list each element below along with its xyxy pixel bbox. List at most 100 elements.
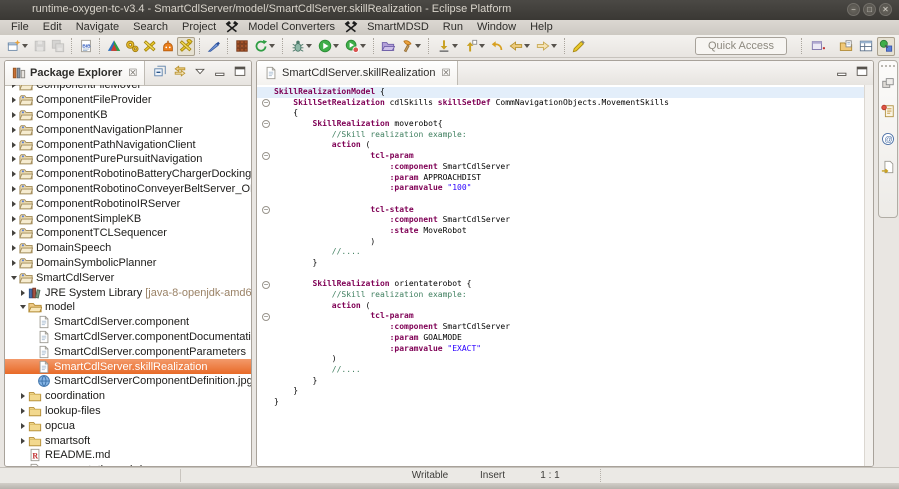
dropdown-caret-icon[interactable]	[415, 44, 421, 48]
project-tree[interactable]: ComponentFileMoverComponentFileProviderC…	[5, 85, 251, 466]
maximize-button[interactable]	[855, 64, 869, 83]
editor-scrollbar[interactable]	[864, 85, 873, 466]
menu-smartmdsd[interactable]: SmartMDSD	[360, 20, 436, 35]
tree-item-componentkb[interactable]: ComponentKB	[5, 108, 251, 123]
tree-item-smartcdlservercomponentdefinition-jpg[interactable]: SmartCdlServerComponentDefinition.jpg	[5, 374, 251, 389]
expand-arrow-icon[interactable]	[12, 171, 16, 177]
expand-arrow-icon[interactable]	[12, 142, 16, 148]
window-minimize-icon[interactable]: −	[847, 3, 860, 16]
expand-arrow-icon[interactable]	[21, 290, 25, 296]
expand-arrow-icon[interactable]	[12, 112, 16, 118]
tree-item-opcua[interactable]: opcua	[5, 418, 251, 433]
code-line[interactable]: }	[274, 258, 863, 269]
tree-item-componentsimplekb[interactable]: ComponentSimpleKB	[5, 211, 251, 226]
robot-button[interactable]	[159, 37, 177, 56]
dropdown-caret-icon[interactable]	[479, 44, 485, 48]
fold-collapse-icon[interactable]: −	[262, 120, 270, 128]
fold-collapse-icon[interactable]: −	[262, 313, 270, 321]
open-perspective-button[interactable]	[809, 37, 827, 56]
code-line[interactable]: //Skill realization example:	[274, 130, 863, 141]
back-history-button[interactable]	[488, 37, 506, 56]
tree-item-smartcdlserver[interactable]: SmartCdlServer	[5, 270, 251, 285]
tree-item-componentfilemover[interactable]: ComponentFileMover	[5, 85, 251, 93]
expand-arrow-icon[interactable]	[12, 201, 16, 207]
dropdown-caret-icon[interactable]	[452, 44, 458, 48]
tree-item-componentpathnavigationclient[interactable]: ComponentPathNavigationClient	[5, 137, 251, 152]
tools-button[interactable]	[141, 37, 159, 56]
new-wizard-button[interactable]	[4, 37, 31, 56]
code-line[interactable]: {	[274, 108, 863, 119]
code-line[interactable]: }	[274, 386, 863, 397]
select-pen-button[interactable]	[205, 37, 223, 56]
link-with-editor-button[interactable]	[173, 64, 187, 83]
code-line[interactable]: //Skill realization example:	[274, 290, 863, 301]
mdsd-triangle-button[interactable]	[105, 37, 123, 56]
menu-run[interactable]: Run	[436, 20, 470, 35]
fold-collapse-icon[interactable]: −	[262, 99, 270, 107]
debug-button[interactable]	[288, 37, 315, 56]
code-line[interactable]: tcl-state	[274, 205, 863, 216]
code-line[interactable]: action (	[274, 301, 863, 312]
code-line[interactable]: SkillRealization moverobot{	[274, 119, 863, 130]
tree-item-componentrobotinobatterychargerdocking[interactable]: ComponentRobotinoBatteryChargerDocking	[5, 167, 251, 182]
tree-item-domainspeech[interactable]: DomainSpeech	[5, 241, 251, 256]
tree-item-coordination[interactable]: coordination	[5, 389, 251, 404]
dropdown-caret-icon[interactable]	[524, 44, 530, 48]
profile-button[interactable]	[342, 37, 369, 56]
view-menu-button[interactable]	[193, 64, 207, 83]
declaration-view-button[interactable]	[881, 160, 895, 179]
mark-occurrences-button[interactable]	[570, 37, 588, 56]
perspective-java-button[interactable]	[857, 37, 875, 56]
save-all-button[interactable]	[49, 37, 67, 56]
torch-button[interactable]	[397, 37, 424, 56]
expand-arrow-icon[interactable]	[21, 408, 25, 414]
expand-arrow-icon[interactable]	[12, 85, 16, 88]
build-tools-button[interactable]	[177, 37, 195, 56]
package-button[interactable]	[233, 37, 251, 56]
expand-arrow-icon[interactable]	[12, 186, 16, 192]
tree-item-model[interactable]: model	[5, 300, 251, 315]
dropdown-caret-icon[interactable]	[22, 44, 28, 48]
minimize-button[interactable]	[213, 64, 227, 83]
tree-item-componentnavigationplanner[interactable]: ComponentNavigationPlanner	[5, 122, 251, 137]
code-line[interactable]: SkillSetRealization cdlSkills skillSetDe…	[274, 98, 863, 109]
tree-item-smartcdlserver-componentdocumentation[interactable]: SmartCdlServer.componentDocumentation	[5, 330, 251, 345]
menu-search[interactable]: Search	[126, 20, 175, 35]
expand-arrow-icon[interactable]	[21, 423, 25, 429]
code-line[interactable]: :component SmartCdlServer	[274, 322, 863, 333]
code-line[interactable]: )	[274, 354, 863, 365]
restore-view-button[interactable]	[881, 76, 895, 95]
quick-access-input[interactable]: Quick Access	[695, 37, 787, 55]
code-text[interactable]: SkillRealizationModel { SkillSetRealizat…	[274, 87, 863, 466]
menu-file[interactable]: File	[4, 20, 36, 35]
expand-arrow-icon[interactable]	[12, 245, 16, 251]
view-close-icon[interactable]: ☒	[128, 68, 137, 79]
tree-item-componentrobotinoconveyerbeltserver-opcua[interactable]: ComponentRobotinoConveyerBeltServer_OPCU…	[5, 182, 251, 197]
menu-project[interactable]: Project	[175, 20, 223, 35]
code-line[interactable]: tcl-param	[274, 151, 863, 162]
tab-package-explorer[interactable]: Package Explorer ☒	[5, 61, 145, 85]
dropdown-caret-icon[interactable]	[551, 44, 557, 48]
tab-editor-skillrealization[interactable]: SmartCdlServer.skillRealization ☒	[257, 61, 458, 85]
expand-arrow-icon[interactable]	[21, 393, 25, 399]
code-line[interactable]: SkillRealizationModel {	[274, 87, 863, 98]
tree-item-smartsoft[interactable]: smartsoft	[5, 433, 251, 448]
tree-item-jre-system-library[interactable]: JRE System Library[java-8-openjdk-amd64]	[5, 285, 251, 300]
menu-model-converters[interactable]: Model Converters	[241, 20, 342, 35]
back-button[interactable]	[506, 37, 533, 56]
code-line[interactable]: :param APPROACHDIST	[274, 173, 863, 184]
expand-arrow-icon[interactable]	[12, 97, 16, 103]
code-line[interactable]: :state MoveRobot	[274, 226, 863, 237]
code-line[interactable]: }	[274, 397, 863, 408]
code-line[interactable]	[274, 194, 863, 205]
tree-item-readme-md[interactable]: RREADME.md	[5, 448, 251, 463]
code-line[interactable]: SkillRealization orientaterobot {	[274, 279, 863, 290]
perspective-resource-button[interactable]	[837, 37, 855, 56]
tree-item-lookup-files[interactable]: lookup-files	[5, 404, 251, 419]
code-line[interactable]: :component SmartCdlServer	[274, 162, 863, 173]
window-close-icon[interactable]: ✕	[879, 3, 892, 16]
code-line[interactable]: :paramvalue "100"	[274, 183, 863, 194]
tree-item-representations-aird[interactable]: representations.aird	[5, 463, 251, 466]
dropdown-caret-icon[interactable]	[333, 44, 339, 48]
tree-item-componenttclsequencer[interactable]: ComponentTCLSequencer	[5, 226, 251, 241]
